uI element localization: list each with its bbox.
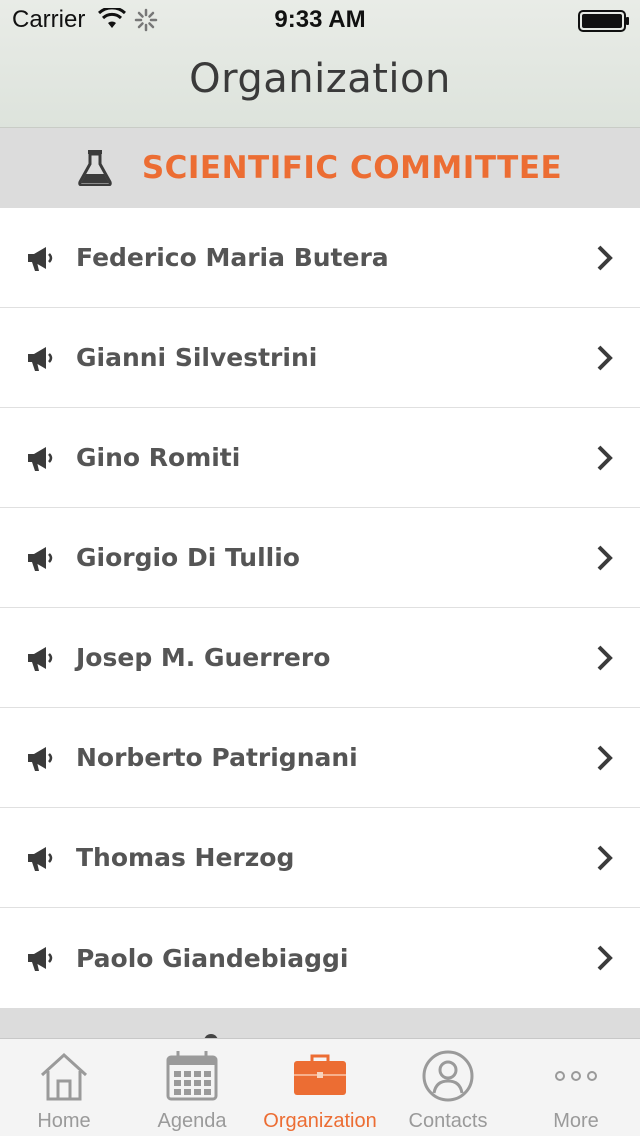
status-time: 9:33 AM [274,6,366,33]
chevron-right-icon [597,945,613,971]
status-bar: Carrier 9:33 AM [0,0,640,40]
megaphone-icon [28,247,53,271]
megaphone-icon [28,747,53,771]
tab-more[interactable]: More [512,1039,640,1136]
list-item-label: Gino Romiti [76,443,241,472]
tab-label: More [553,1110,599,1132]
list-item-label: Federico Maria Butera [76,243,389,272]
chevron-right-icon [597,545,613,571]
list-item[interactable]: Giorgio Di Tullio [0,508,640,608]
chevron-right-icon [597,845,613,871]
flask-icon [78,150,112,186]
megaphone-icon [28,447,53,471]
tab-agenda[interactable]: Agenda [128,1039,256,1136]
list-item-label: Giorgio Di Tullio [76,543,300,572]
battery-icon [578,10,629,32]
briefcase-icon [294,1054,346,1095]
list-item[interactable]: Federico Maria Butera [0,208,640,308]
committee-list: Federico Maria Butera Gianni Silvestrini… [0,208,640,1008]
list-item[interactable]: Norberto Patrignani [0,708,640,808]
calendar-icon [166,1051,218,1101]
tab-label: Agenda [157,1110,227,1132]
chevron-right-icon [597,345,613,371]
megaphone-icon [28,947,53,971]
list-item-label: Norberto Patrignani [76,743,358,772]
megaphone-icon [28,847,53,871]
tab-contacts[interactable]: Contacts [384,1039,512,1136]
home-icon [40,1052,88,1101]
tab-label: Home [37,1110,91,1132]
list-item-label: Thomas Herzog [76,843,295,872]
list-item[interactable]: Thomas Herzog [0,808,640,908]
list-item[interactable]: Gino Romiti [0,408,640,508]
chevron-right-icon [597,645,613,671]
tab-home[interactable]: Home [0,1039,128,1136]
list-item[interactable]: Paolo Giandebiaggi [0,908,640,1008]
megaphone-icon [28,647,53,671]
next-section-header-partial [0,1008,640,1040]
navigation-header: Carrier 9:33 AM Organization [0,0,640,128]
list-item-label: Josep M. Guerrero [76,643,331,672]
more-icon [555,1071,597,1081]
list-item-label: Paolo Giandebiaggi [76,943,349,973]
tab-organization[interactable]: Organization [256,1039,384,1136]
list-item[interactable]: Josep M. Guerrero [0,608,640,708]
list-item-label: Gianni Silvestrini [76,343,318,372]
section-header: SCIENTIFIC COMMITTEE [0,128,640,208]
chevron-right-icon [597,245,613,271]
tab-label: Contacts [408,1110,488,1132]
section-title: SCIENTIFIC COMMITTEE [141,150,563,186]
tab-bar: Home Agenda Organization Contacts More [0,1038,640,1136]
list-item[interactable]: Gianni Silvestrini [0,308,640,408]
megaphone-icon [28,347,53,371]
page-title: Organization [189,56,451,102]
person-icon [422,1050,474,1102]
chevron-right-icon [597,745,613,771]
megaphone-icon [28,547,53,571]
chevron-right-icon [597,445,613,471]
tab-label: Organization [263,1110,377,1132]
